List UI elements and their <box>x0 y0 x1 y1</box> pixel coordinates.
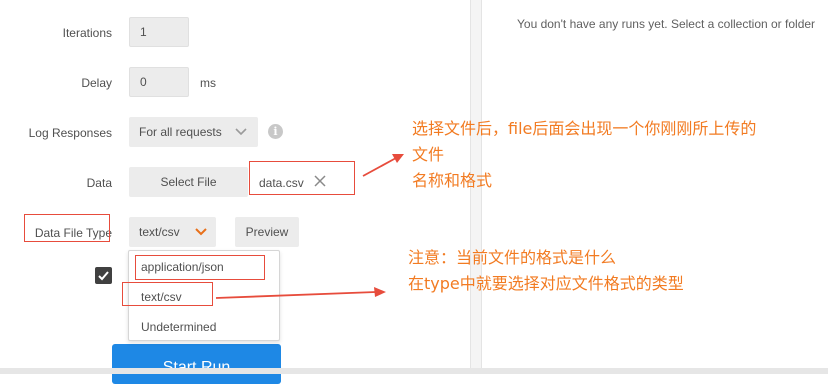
arrowhead-note2 <box>374 287 386 297</box>
note1-line1: 选择文件后，file后面会出现一个你刚刚所上传的 <box>412 119 757 138</box>
note2-line2: 在type中就要选择对应文件格式的类型 <box>408 274 684 293</box>
arrow-to-note2 <box>215 291 377 299</box>
annotation-note2: 注意：当前文件的格式是什么 在type中就要选择对应文件格式的类型 <box>408 245 684 297</box>
annotation-note1: 选择文件后，file后面会出现一个你刚刚所上传的 文件 名称和格式 <box>412 116 756 194</box>
note2-line1: 注意：当前文件的格式是什么 <box>408 248 617 267</box>
note1-line2: 文件 <box>412 145 445 164</box>
note1-line3: 名称和格式 <box>412 171 493 190</box>
arrow-to-note1 <box>362 157 397 177</box>
